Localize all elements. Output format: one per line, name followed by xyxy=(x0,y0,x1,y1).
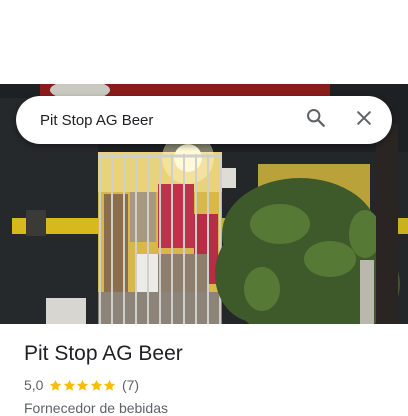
place-category: Fornecedor de bebidas xyxy=(24,400,168,416)
search-button[interactable] xyxy=(292,96,340,144)
review-count[interactable]: (7) xyxy=(122,377,139,393)
star-icon xyxy=(63,379,76,391)
search-box[interactable]: Pit Stop AG Beer xyxy=(16,96,392,144)
place-info: Pit Stop AG Beer 5,0 (7) Fornecedor de b… xyxy=(24,340,394,416)
close-icon xyxy=(354,108,374,133)
place-title: Pit Stop AG Beer xyxy=(24,342,183,365)
star-icon xyxy=(50,379,62,391)
search-icon xyxy=(305,107,327,134)
rating-row[interactable]: 5,0 (7) xyxy=(24,376,394,394)
search-input[interactable]: Pit Stop AG Beer xyxy=(40,112,292,129)
close-button[interactable] xyxy=(340,96,388,144)
rating-value: 5,0 xyxy=(24,377,44,393)
star-rating xyxy=(49,379,117,392)
star-icon xyxy=(90,379,103,391)
star-icon xyxy=(104,379,116,391)
star-icon xyxy=(77,379,89,391)
